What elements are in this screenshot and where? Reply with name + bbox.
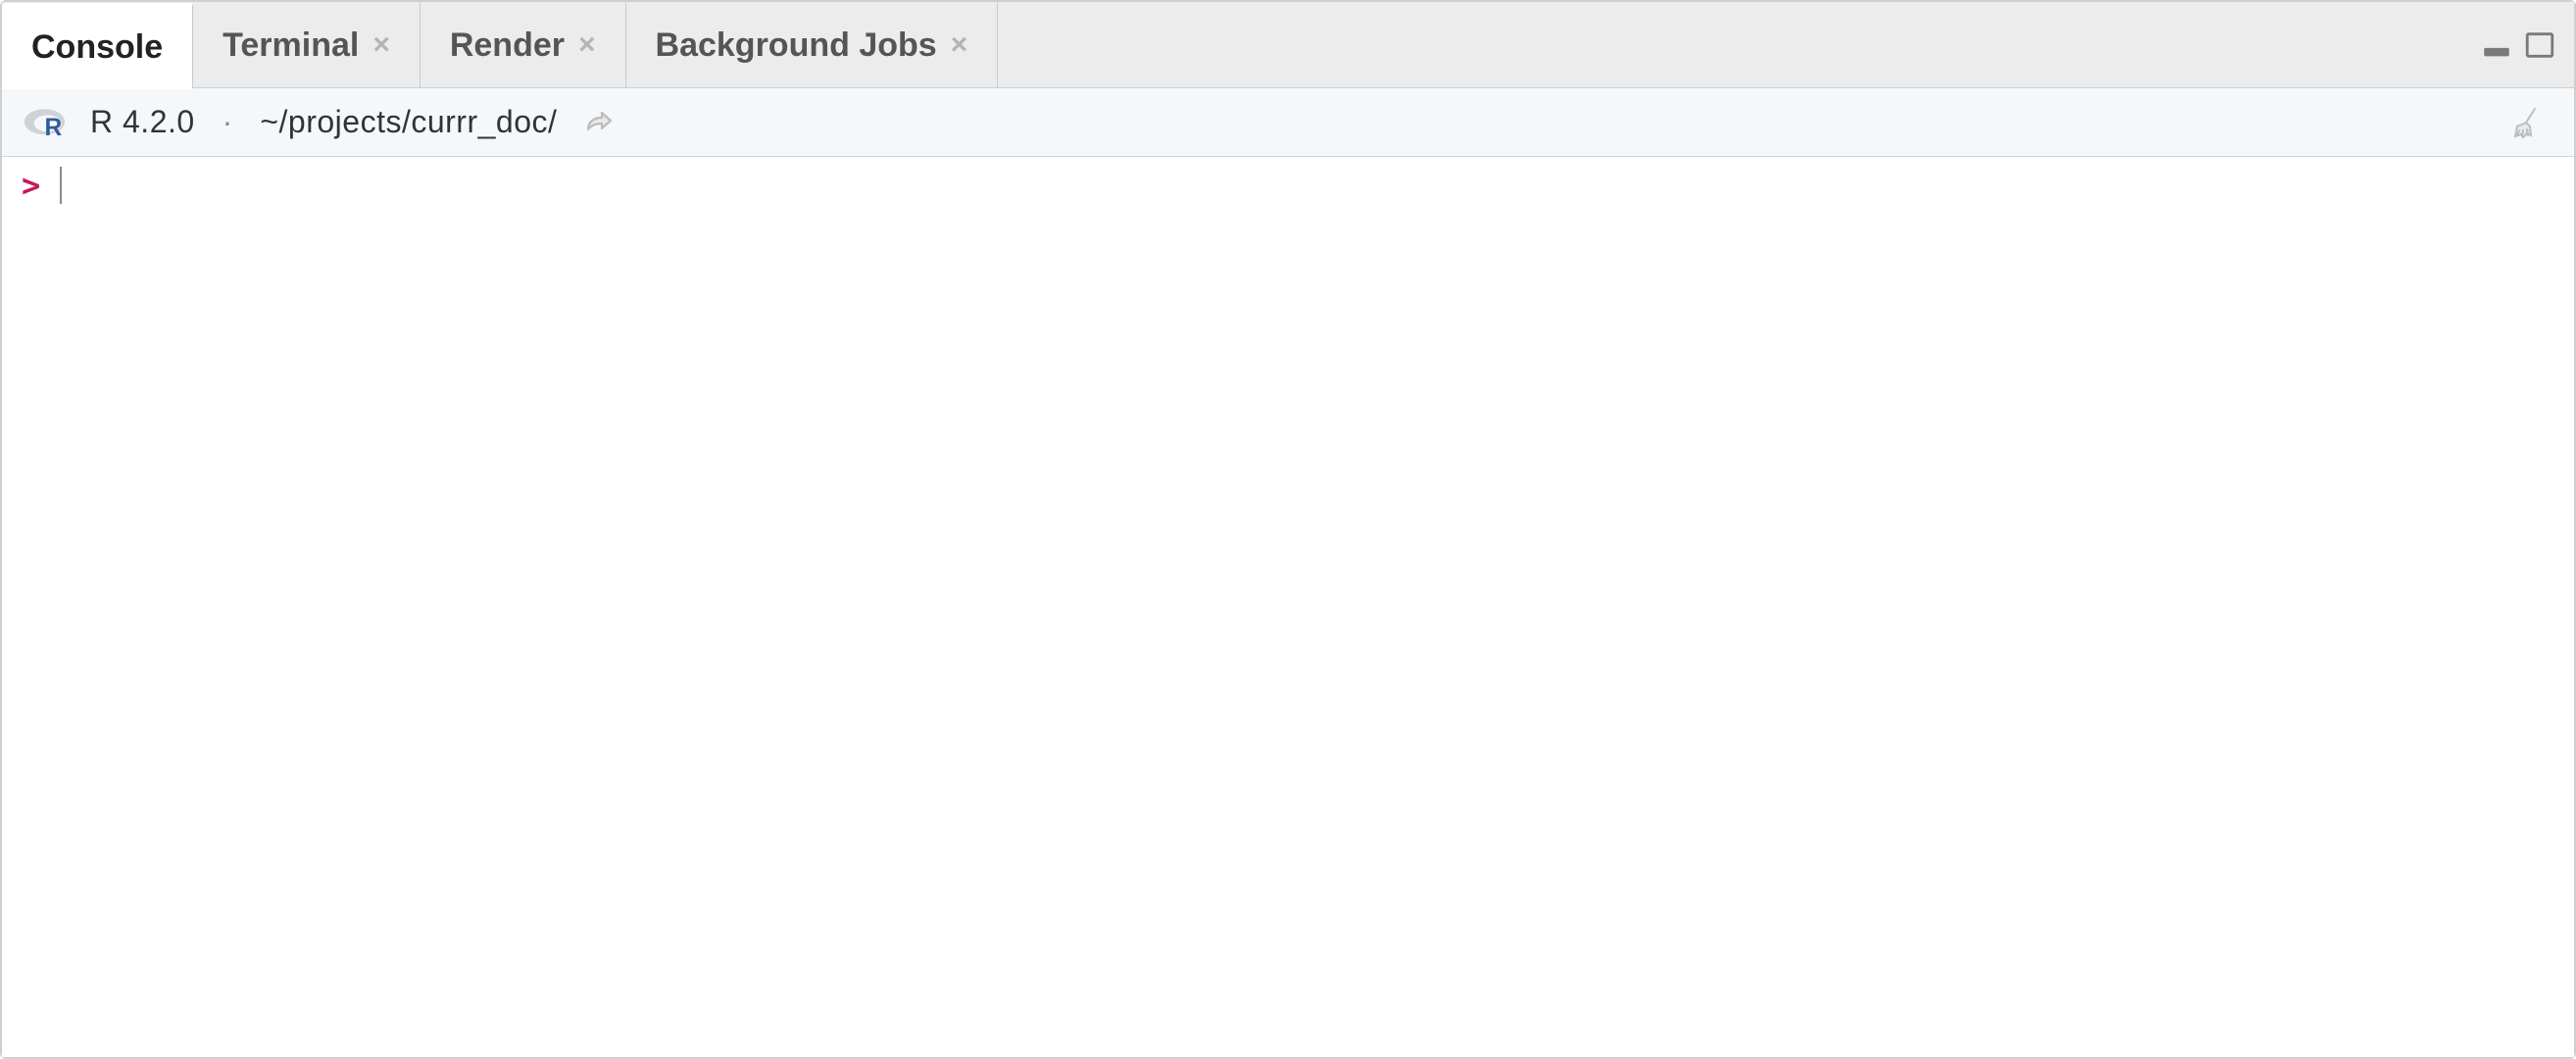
console-panel: Console Terminal × Render × Background J… [0,0,2576,1059]
share-arrow-icon[interactable] [584,110,614,135]
tab-label: Console [31,28,163,67]
text-cursor [60,167,62,204]
close-icon[interactable]: × [372,30,390,60]
minimize-icon[interactable] [2480,28,2513,62]
console-output[interactable]: > [2,157,2574,1057]
tab-render[interactable]: Render × [421,2,626,87]
close-icon[interactable]: × [951,30,968,60]
r-logo-icon: R [24,105,69,140]
separator: · [217,104,239,140]
tab-label: Terminal [223,26,359,65]
close-icon[interactable]: × [578,30,596,60]
tab-terminal[interactable]: Terminal × [193,2,421,87]
tab-label: Render [450,26,565,65]
console-prompt-line: > [22,167,2554,204]
tab-background-jobs[interactable]: Background Jobs × [626,2,999,87]
tab-strip: Console Terminal × Render × Background J… [2,2,2574,88]
r-version-label: R 4.2.0 [90,104,195,140]
svg-text:R: R [44,115,62,140]
prompt-symbol: > [22,167,40,204]
clear-console-icon[interactable] [2507,103,2552,142]
info-bar: R R 4.2.0 · ~/projects/currr_doc/ [2,88,2574,157]
maximize-icon[interactable] [2523,28,2556,62]
tab-console[interactable]: Console [2,3,193,89]
working-directory[interactable]: ~/projects/currr_doc/ [260,104,557,140]
tab-strip-controls [2480,2,2574,87]
tab-label: Background Jobs [656,26,937,65]
tab-strip-spacer [998,2,2480,87]
